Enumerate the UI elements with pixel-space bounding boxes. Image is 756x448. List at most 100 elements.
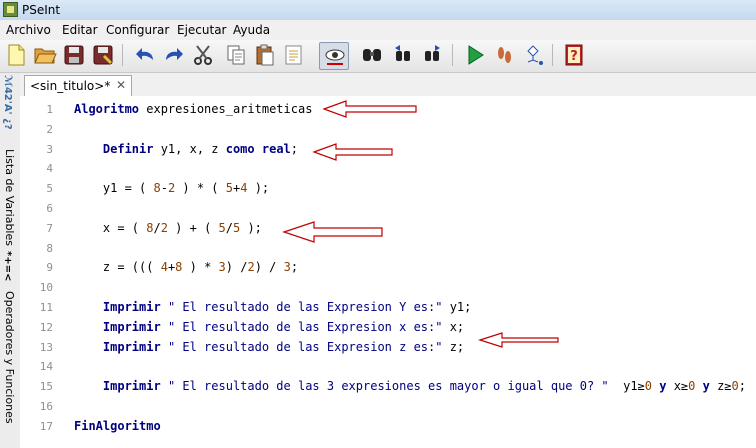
view-flowchart-icon[interactable] xyxy=(319,42,349,70)
line-number: 8 xyxy=(46,241,53,255)
number-token: 3 xyxy=(283,260,291,275)
code-line[interactable]: Imprimir " El resultado de las Expresion… xyxy=(74,320,464,334)
cut-icon[interactable] xyxy=(191,43,215,67)
variables-panel-icon[interactable]: ℳ42'A' ¿? xyxy=(2,75,13,130)
svg-text:?: ? xyxy=(570,49,578,64)
keyword-token: Definir xyxy=(102,141,154,156)
code-line[interactable]: Definir y1, x, z como real; xyxy=(74,142,298,156)
line-number: 10 xyxy=(39,281,53,295)
tab-label: <sin_titulo>* xyxy=(30,79,111,93)
number-token: 5 xyxy=(218,220,226,235)
string-token: " El resultado de las Expresion Y es:" xyxy=(167,300,443,314)
menu-bar: Archivo Editar Configurar Ejecutar Ayuda xyxy=(0,20,756,40)
menu-ayuda[interactable]: Ayuda xyxy=(233,23,270,37)
keyword-token: Algoritmo xyxy=(74,102,140,116)
find-icon[interactable] xyxy=(360,43,384,67)
tab-strip: <sin_titulo>* ✕ xyxy=(20,73,756,97)
annotation-arrow xyxy=(322,100,417,118)
toolbar-separator xyxy=(452,44,453,66)
keyword-token: real xyxy=(261,141,291,156)
keyword-token: Imprimir xyxy=(102,379,161,394)
number-token: 2 xyxy=(247,260,255,275)
find-previous-icon[interactable] xyxy=(391,43,415,67)
code-token: z≥ xyxy=(709,379,732,394)
code-token: expresiones_aritmeticas xyxy=(139,102,313,116)
variables-panel-tab[interactable]: Lista de Variables xyxy=(3,149,16,246)
pseint-app-icon xyxy=(3,2,18,17)
code-token: ) / xyxy=(254,260,284,275)
open-folder-icon[interactable] xyxy=(33,43,57,67)
code-line[interactable]: FinAlgoritmo xyxy=(74,419,161,433)
code-token: ; xyxy=(738,379,747,394)
string-token: " El resultado de las Expresion z es:" xyxy=(167,339,443,354)
number-token: 3 xyxy=(218,260,226,275)
menu-ejecutar[interactable]: Ejecutar xyxy=(177,23,227,37)
code-token: x = ( xyxy=(74,220,147,235)
flowchart-icon[interactable] xyxy=(521,43,545,67)
code-token: - xyxy=(160,181,168,196)
close-tab-icon[interactable]: ✕ xyxy=(116,78,126,92)
new-file-icon[interactable] xyxy=(4,43,28,67)
code-line[interactable]: Imprimir " El resultado de las 3 expresi… xyxy=(74,379,746,393)
code-line[interactable]: Imprimir " El resultado de las Expresion… xyxy=(74,340,464,354)
code-token: ) / xyxy=(225,260,248,275)
step-by-step-icon[interactable] xyxy=(492,43,516,67)
code-token: ); xyxy=(240,220,262,235)
code-line[interactable]: Algoritmo expresiones_aritmeticas xyxy=(74,102,312,116)
title-bar: PSeInt xyxy=(0,0,756,21)
line-number: 11 xyxy=(39,301,53,314)
code-token: ) * ( xyxy=(175,181,226,196)
code-token: x≥ xyxy=(666,379,689,394)
operators-panel-tab[interactable]: Operadores y Funciones xyxy=(3,291,16,424)
copy-icon[interactable] xyxy=(224,43,248,67)
keyword-token: Imprimir xyxy=(102,300,161,314)
code-token: y1≥ xyxy=(608,379,645,394)
line-number: 6 xyxy=(46,202,53,215)
line-number: 3 xyxy=(46,142,53,156)
menu-archivo[interactable]: Archivo xyxy=(6,23,51,37)
annotation-arrow xyxy=(478,332,559,348)
code-editor[interactable]: 1 2 3 4 5 6 7 8 9 10 11 12 13 14 15 16 17 Algoritmo expr… xyxy=(20,96,756,448)
line-number-gutter: 1 2 3 4 5 6 7 8 9 10 11 12 13 14 15 16 17 xyxy=(20,96,56,448)
code-line[interactable]: x = ( 8/2 ) + ( 5/5 ); xyxy=(74,221,262,235)
annotation-arrow xyxy=(312,143,393,161)
menu-editar[interactable]: Editar xyxy=(62,23,98,37)
tab-sin-titulo[interactable]: <sin_titulo>* ✕ xyxy=(24,75,132,96)
code-line[interactable]: z = ((( 4+8 ) * 3) /2) / 3; xyxy=(74,260,298,274)
line-number: 13 xyxy=(39,340,53,354)
toolbar-separator xyxy=(552,44,553,66)
save-icon[interactable] xyxy=(62,43,86,67)
number-token: 0 xyxy=(644,379,652,394)
help-icon[interactable]: ? xyxy=(562,43,586,67)
edit-text-icon[interactable] xyxy=(282,43,306,67)
keyword-token: FinAlgoritmo xyxy=(74,418,161,433)
line-number: 12 xyxy=(39,320,53,334)
code-line[interactable]: Imprimir " El resultado de las Expresion… xyxy=(74,300,471,314)
keyword-token: como xyxy=(225,141,255,156)
number-token: 0 xyxy=(731,379,739,394)
code-line[interactable]: y1 = ( 8-2 ) * ( 5+4 ); xyxy=(74,181,269,195)
redo-icon[interactable] xyxy=(162,43,186,67)
code-token: z = ((( xyxy=(74,260,161,275)
find-next-icon[interactable] xyxy=(420,43,444,67)
keyword-token: y xyxy=(702,379,710,394)
menu-configurar[interactable]: Configurar xyxy=(106,23,169,37)
line-number: 2 xyxy=(46,122,53,136)
run-icon[interactable] xyxy=(463,43,487,67)
line-number: 5 xyxy=(46,182,53,196)
string-token: " El resultado de las 3 expresiones es m… xyxy=(167,379,609,394)
code-token: y1 = ( xyxy=(74,181,154,196)
operators-panel-icon[interactable]: *+=< xyxy=(2,251,13,281)
paste-icon[interactable] xyxy=(253,43,277,67)
save-as-icon[interactable] xyxy=(91,43,115,67)
keyword-token: Imprimir xyxy=(102,339,161,354)
annotation-arrow xyxy=(282,221,383,243)
undo-icon[interactable] xyxy=(133,43,157,67)
